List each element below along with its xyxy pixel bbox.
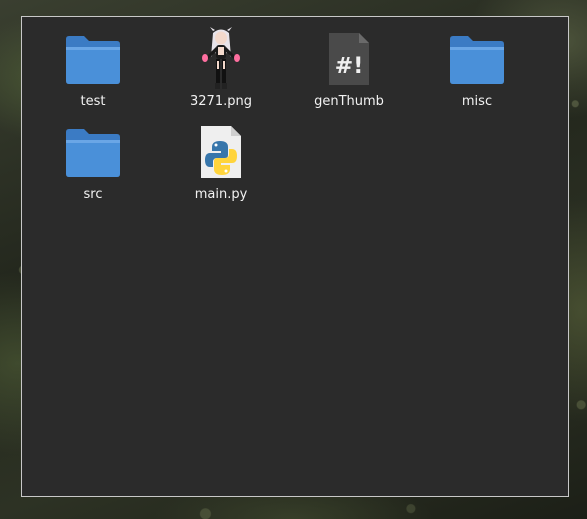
shebang-glyph: #! xyxy=(335,54,363,79)
item-label: 3271.png xyxy=(190,94,252,109)
item-label: src xyxy=(83,187,103,202)
folder-item-misc[interactable]: misc xyxy=(422,27,532,117)
folder-icon xyxy=(445,27,509,91)
folder-icon xyxy=(61,120,125,184)
item-label: test xyxy=(80,94,106,109)
item-label: main.py xyxy=(194,187,248,202)
file-item-main-py[interactable]: main.py xyxy=(166,120,276,210)
folder-icon xyxy=(61,27,125,91)
shell-script-icon: #! xyxy=(317,27,381,91)
file-item-genthumb[interactable]: #! genThumb xyxy=(294,27,404,117)
file-manager-window: test 3271.png #! genThumb misc src main.… xyxy=(21,16,569,497)
item-label: misc xyxy=(461,94,493,109)
item-label: genThumb xyxy=(314,94,384,109)
folder-item-test[interactable]: test xyxy=(38,27,148,117)
folder-item-src[interactable]: src xyxy=(38,120,148,210)
file-item-3271-png[interactable]: 3271.png xyxy=(166,27,276,117)
python-file-icon xyxy=(189,120,253,184)
image-thumbnail-icon xyxy=(189,27,253,91)
